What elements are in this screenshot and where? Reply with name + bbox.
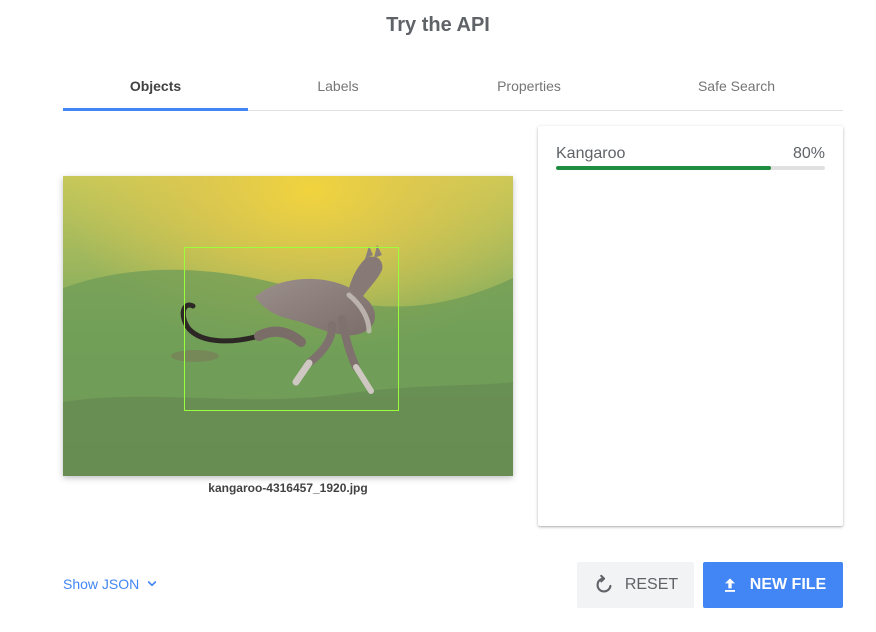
upload-icon <box>724 578 735 592</box>
confidence-bar-fill <box>556 166 772 170</box>
show-json-toggle[interactable]: Show JSON <box>63 576 160 592</box>
reset-label: RESET <box>624 576 679 593</box>
tab-properties[interactable]: Properties <box>428 62 630 110</box>
image-filename: kangaroo-4316457_1920.jpg <box>208 481 368 495</box>
uploaded-image-preview <box>63 176 513 476</box>
reset-icon <box>596 574 612 593</box>
tab-safe-search[interactable]: Safe Search <box>630 62 843 110</box>
show-json-label: Show JSON <box>63 576 140 592</box>
confidence-bar-track <box>556 166 825 170</box>
new-file-label: NEW FILE <box>749 576 827 593</box>
chevron-down-icon <box>148 581 157 587</box>
result-label: Kangaroo <box>556 145 626 162</box>
tab-objects[interactable]: Objects <box>63 62 248 111</box>
new-file-button[interactable]: NEW FILE <box>703 562 843 608</box>
tab-labels[interactable]: Labels <box>248 62 428 110</box>
tab-bar: Objects Labels Properties Safe Search <box>63 62 843 111</box>
result-row-kangaroo: Kangaroo 80% <box>556 145 825 170</box>
object-bounding-box <box>184 247 399 411</box>
try-the-api-page: Try the API Objects Labels Properties Sa… <box>0 0 876 632</box>
results-card: Kangaroo 80% <box>538 126 843 526</box>
page-title: Try the API <box>386 14 490 36</box>
reset-button[interactable]: RESET <box>577 562 694 608</box>
result-score: 80% <box>792 145 825 162</box>
